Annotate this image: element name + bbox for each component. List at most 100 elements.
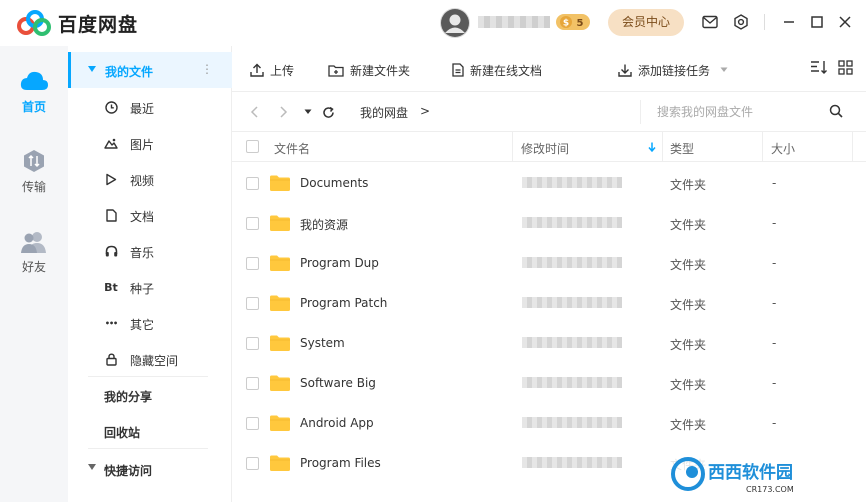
maximize-icon[interactable] bbox=[808, 13, 826, 31]
file-name[interactable]: Program Patch bbox=[300, 296, 387, 310]
back-icon[interactable] bbox=[246, 104, 262, 120]
file-name[interactable]: Program Dup bbox=[300, 256, 379, 270]
column-divider[interactable] bbox=[852, 132, 853, 162]
table-row[interactable]: 我的资源 文件夹 - bbox=[232, 203, 866, 243]
online-doc-icon bbox=[452, 63, 464, 77]
sidebar-item-music[interactable]: 音乐 bbox=[68, 233, 232, 269]
file-size: - bbox=[772, 296, 777, 310]
history-dropdown-icon[interactable] bbox=[300, 104, 316, 120]
file-name[interactable]: Android App bbox=[300, 416, 374, 430]
username-blurred[interactable] bbox=[478, 16, 550, 28]
file-name[interactable]: Software Big bbox=[300, 376, 376, 390]
table-row[interactable]: Android App 文件夹 - bbox=[232, 403, 866, 443]
table-row[interactable]: Program Dup 文件夹 - bbox=[232, 243, 866, 283]
new-folder-icon bbox=[328, 64, 344, 77]
chevron-down-icon[interactable] bbox=[720, 67, 728, 73]
folder-icon bbox=[270, 375, 290, 391]
file-type: 文件夹 bbox=[670, 338, 707, 352]
vip-center-button[interactable]: 会员中心 bbox=[608, 9, 684, 36]
new-online-doc-button[interactable]: 新建在线文档 bbox=[452, 61, 542, 79]
column-header-name[interactable]: 文件名 bbox=[274, 140, 310, 157]
rail-item-friends[interactable]: 好友 bbox=[0, 230, 68, 275]
sidebar-item-other[interactable]: ••• 其它 bbox=[68, 305, 232, 341]
file-name[interactable]: System bbox=[300, 336, 345, 350]
column-divider[interactable] bbox=[762, 132, 763, 162]
column-header-size[interactable]: 大小 bbox=[771, 140, 795, 157]
app-title: 百度网盘 bbox=[58, 14, 139, 36]
sidebar-item-documents[interactable]: 文档 bbox=[68, 197, 232, 233]
column-header-type[interactable]: 类型 bbox=[670, 140, 694, 157]
sidebar-item-torrents[interactable]: Bt 种子 bbox=[68, 269, 232, 305]
file-type: 文件夹 bbox=[670, 298, 707, 312]
watermark-site: CR173.COM bbox=[746, 485, 794, 494]
rail-label-home: 首页 bbox=[21, 100, 46, 114]
modified-time-blurred bbox=[522, 337, 622, 348]
sidebar-item-label: 其它 bbox=[130, 318, 155, 332]
column-divider[interactable] bbox=[512, 132, 513, 162]
bt-icon: Bt bbox=[104, 280, 118, 294]
column-divider[interactable] bbox=[662, 132, 663, 162]
avatar[interactable] bbox=[440, 8, 470, 38]
row-checkbox[interactable] bbox=[246, 177, 259, 190]
table-row[interactable]: Program Patch 文件夹 - bbox=[232, 283, 866, 323]
row-checkbox[interactable] bbox=[246, 377, 259, 390]
sidebar-item-quick-access[interactable]: 快捷访问 bbox=[104, 462, 152, 479]
row-checkbox[interactable] bbox=[246, 457, 259, 470]
transfer-icon bbox=[24, 150, 44, 172]
folder-icon bbox=[270, 175, 290, 191]
add-link-task-button[interactable]: 添加链接任务 bbox=[618, 61, 728, 79]
modified-time-blurred bbox=[522, 417, 622, 428]
new-folder-button[interactable]: 新建文件夹 bbox=[328, 61, 410, 79]
rail-item-home[interactable]: 首页 bbox=[0, 68, 68, 115]
modified-time-blurred bbox=[522, 177, 622, 188]
file-name[interactable]: Program Files bbox=[300, 456, 381, 470]
row-checkbox[interactable] bbox=[246, 257, 259, 270]
sidebar-item-label: 最近 bbox=[130, 102, 155, 116]
caret-down-icon[interactable] bbox=[88, 464, 96, 470]
forward-icon[interactable] bbox=[276, 104, 292, 120]
refresh-icon[interactable] bbox=[320, 104, 336, 120]
sidebar-item-videos[interactable]: 视频 bbox=[68, 161, 232, 197]
search-icon[interactable] bbox=[829, 104, 843, 118]
file-size: - bbox=[772, 336, 777, 350]
image-icon bbox=[104, 136, 118, 150]
sidebar-item-images[interactable]: 图片 bbox=[68, 125, 232, 161]
file-size: - bbox=[772, 216, 777, 230]
sidebar-item-hidden-space[interactable]: 隐藏空间 bbox=[68, 341, 232, 377]
file-name[interactable]: Documents bbox=[300, 176, 368, 190]
lock-icon bbox=[104, 352, 118, 366]
row-checkbox[interactable] bbox=[246, 217, 259, 230]
sidebar-item-recycle-bin[interactable]: 回收站 bbox=[104, 424, 140, 441]
breadcrumb-separator[interactable]: > bbox=[420, 104, 430, 118]
upload-icon bbox=[250, 63, 264, 77]
table-row[interactable]: Documents 文件夹 - bbox=[232, 163, 866, 203]
rail-item-transfer[interactable]: 传输 bbox=[0, 148, 68, 195]
table-row[interactable]: System 文件夹 - bbox=[232, 323, 866, 363]
sidebar-divider bbox=[88, 376, 208, 377]
more-vertical-icon[interactable]: ⋮ bbox=[201, 62, 213, 76]
grid-view-button[interactable] bbox=[838, 58, 859, 76]
sidebar-item-recent[interactable]: 最近 bbox=[68, 89, 232, 125]
select-all-checkbox[interactable] bbox=[246, 140, 259, 153]
row-checkbox[interactable] bbox=[246, 417, 259, 430]
sidebar-item-my-files[interactable]: 我的文件 ⋮ bbox=[68, 52, 232, 88]
column-header-modified[interactable]: 修改时间 bbox=[521, 140, 569, 157]
search-input[interactable] bbox=[657, 103, 817, 121]
watermark-brand: 西西软件园 bbox=[708, 462, 793, 483]
mail-icon[interactable] bbox=[701, 13, 719, 31]
upload-button[interactable]: 上传 bbox=[250, 61, 294, 79]
svg-text:$: $ bbox=[563, 19, 569, 29]
table-row[interactable]: Software Big 文件夹 - bbox=[232, 363, 866, 403]
sidebar-item-label: 隐藏空间 bbox=[130, 354, 179, 368]
row-checkbox[interactable] bbox=[246, 337, 259, 350]
file-name[interactable]: 我的资源 bbox=[300, 216, 348, 233]
file-size: - bbox=[772, 256, 777, 270]
sidebar-item-my-share[interactable]: 我的分享 bbox=[104, 388, 152, 405]
minimize-icon[interactable] bbox=[780, 13, 798, 31]
sort-button[interactable] bbox=[810, 58, 834, 76]
close-icon[interactable] bbox=[836, 13, 854, 31]
settings-icon[interactable] bbox=[732, 13, 750, 31]
row-checkbox[interactable] bbox=[246, 297, 259, 310]
sort-desc-icon[interactable] bbox=[648, 142, 656, 152]
breadcrumb[interactable]: 我的网盘 bbox=[360, 104, 408, 121]
